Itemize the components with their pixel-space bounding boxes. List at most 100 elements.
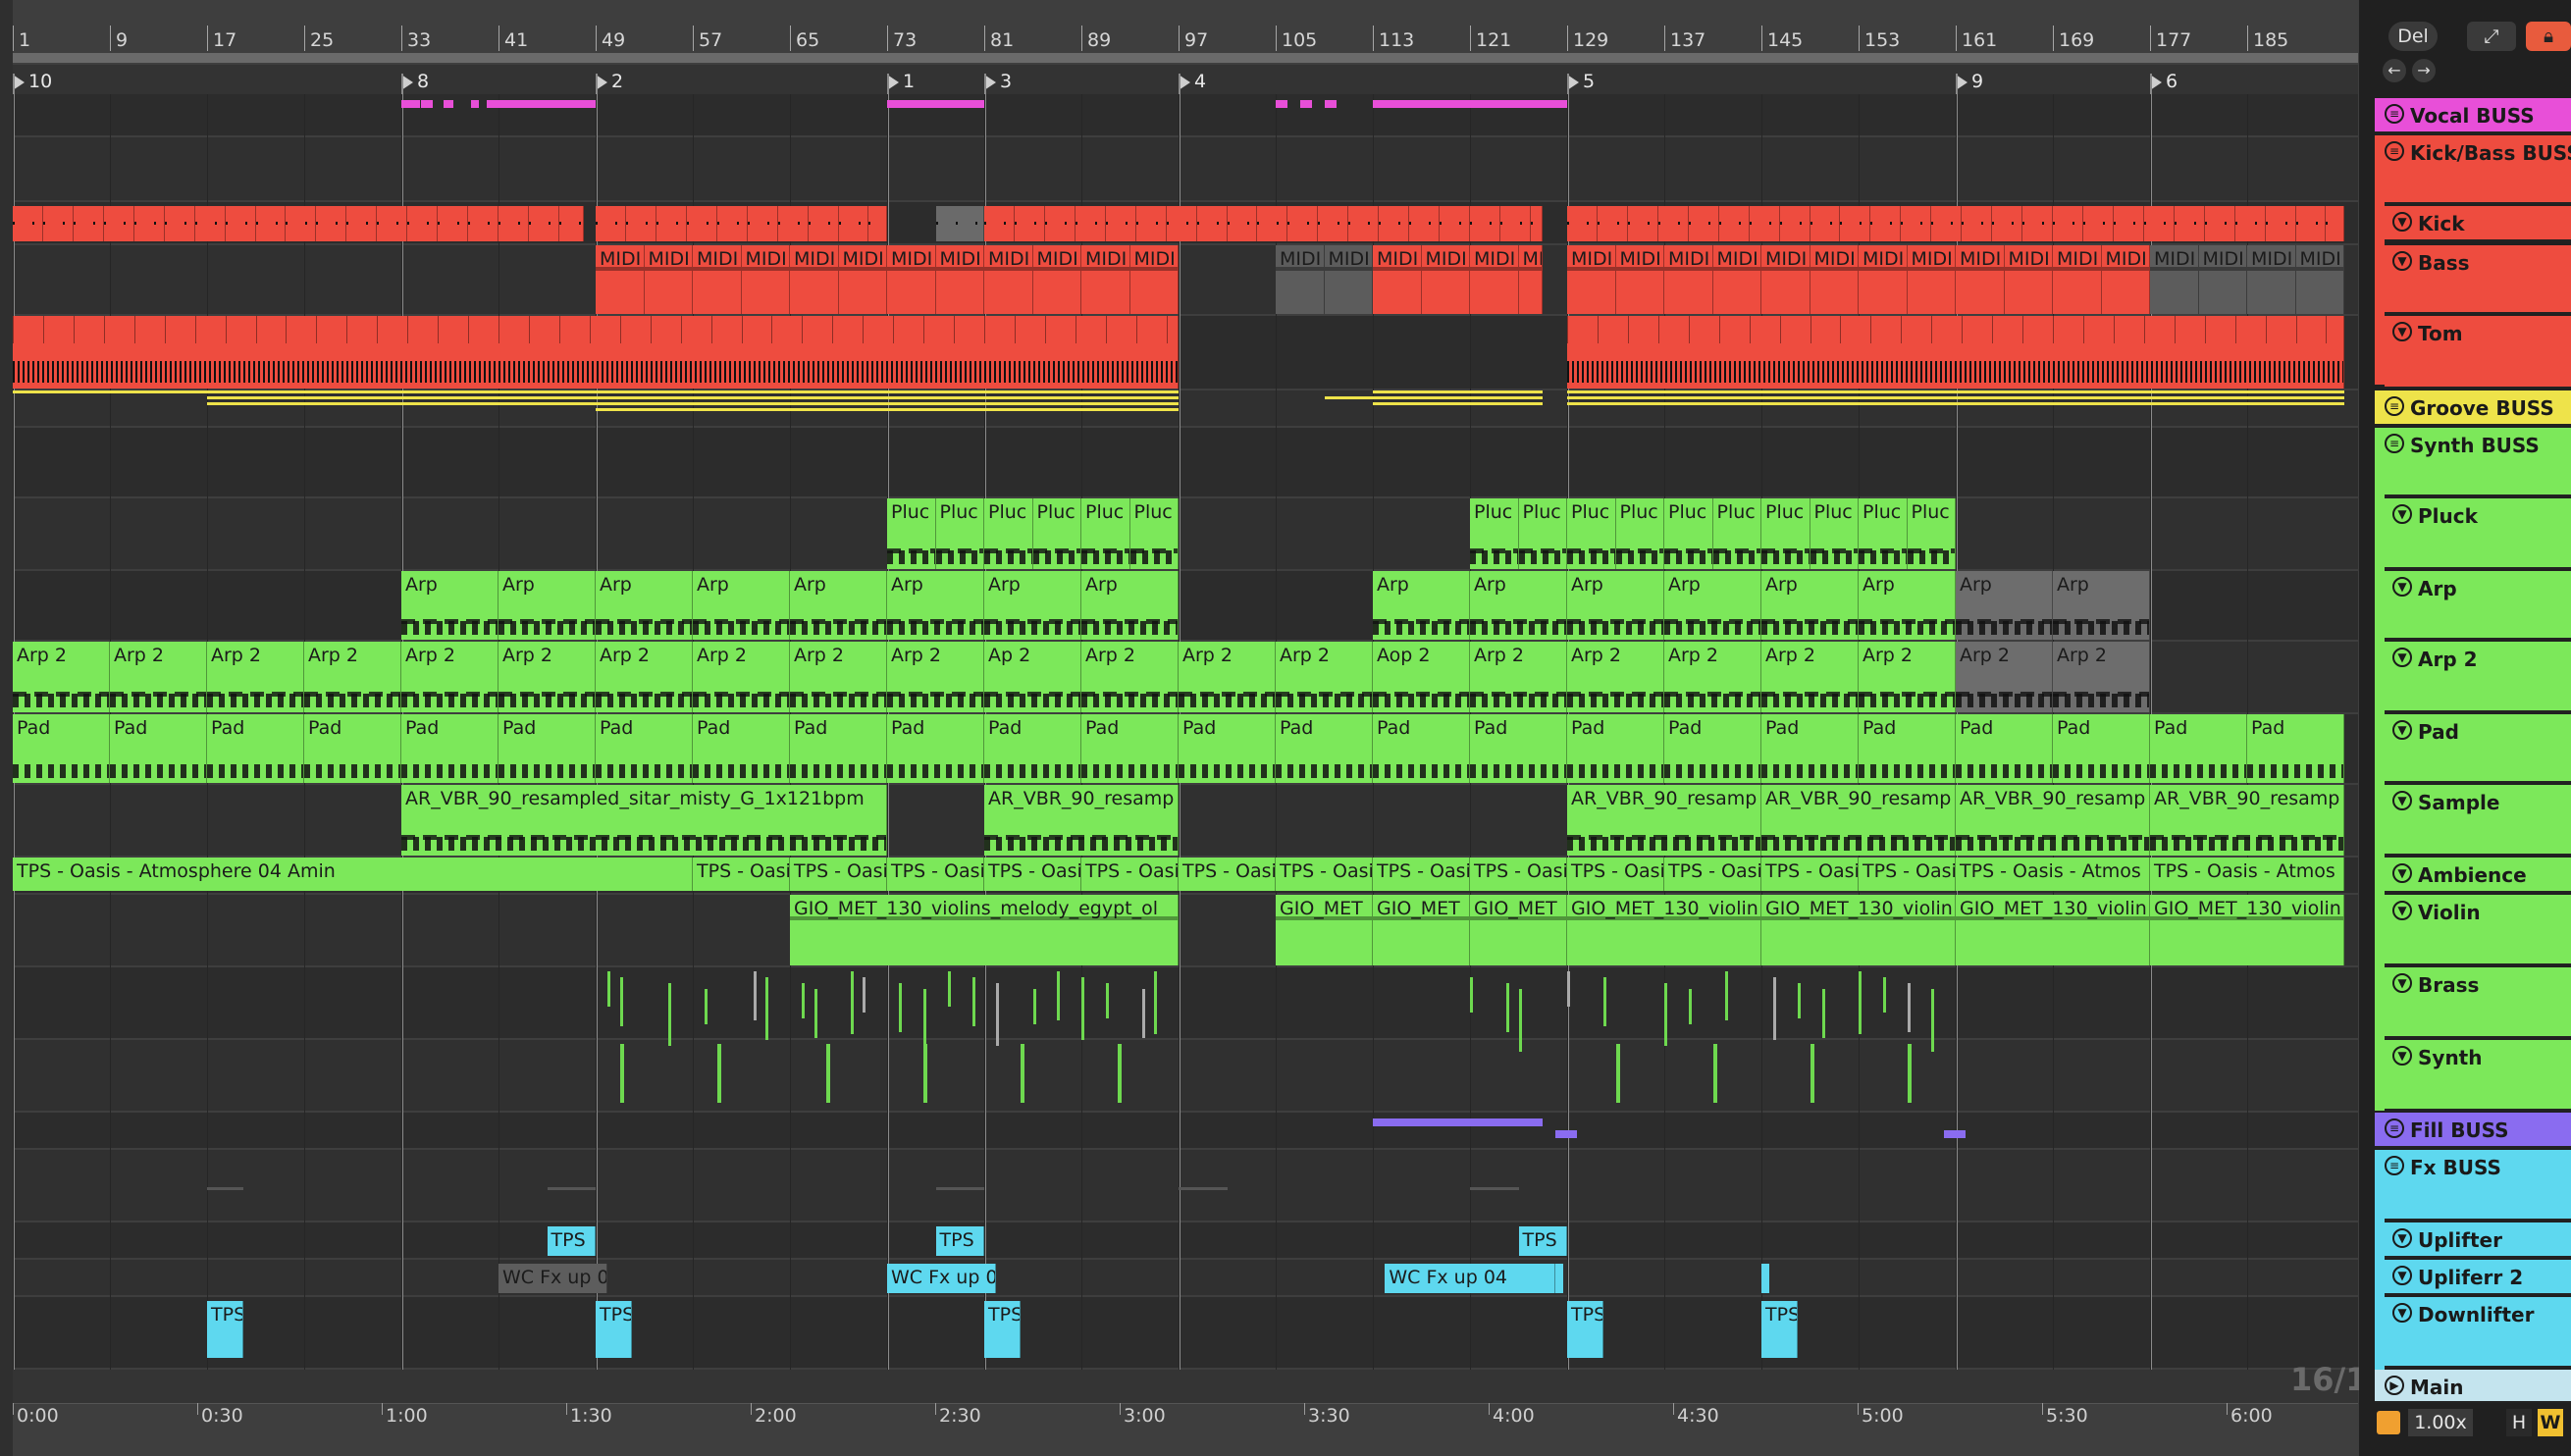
clip[interactable]: Pad [1373,714,1470,783]
clip[interactable]: MIDI [1761,245,1810,314]
vocal-clip[interactable] [1299,100,1313,108]
fold-icon[interactable]: ▼ [2392,504,2412,524]
track-lane[interactable] [13,1260,2358,1295]
clip[interactable] [1318,206,1349,241]
brass-note[interactable] [1664,983,1667,1046]
track-header-downlifter[interactable]: ▼ Downlifter [2385,1297,2571,1368]
track-header-groove-buss[interactable]: ≡ Groove BUSS [2375,390,2571,426]
clip[interactable]: MIDI [1956,245,2005,314]
clip[interactable] [1135,206,1167,241]
clip[interactable]: MIDI [1129,245,1179,314]
clip[interactable] [2204,206,2235,241]
clip[interactable]: MIDI [1810,245,1859,314]
locator-label[interactable]: 5 [1583,71,1595,92]
clip[interactable] [13,206,43,241]
brass-note[interactable] [1105,983,1109,1018]
locator-label[interactable]: 8 [417,71,429,92]
fold-icon[interactable]: ▼ [2392,1046,2412,1066]
clip[interactable]: MIDI [2295,245,2344,314]
clip[interactable]: Arp [984,571,1081,640]
group-icon[interactable]: ≡ [2385,434,2404,453]
clip[interactable] [1470,206,1500,241]
clip[interactable] [1962,206,1993,241]
clip[interactable]: GIO_MET [1373,895,1470,965]
brass-note[interactable] [971,977,975,1026]
clip[interactable]: MIDI [2150,245,2199,314]
clip[interactable] [1931,206,1963,241]
clip[interactable]: MIDI [1567,245,1616,314]
clip[interactable]: Pad [13,714,110,783]
track-header-sample[interactable]: ▼ Sample [2385,785,2571,856]
clip[interactable] [103,206,134,241]
clip[interactable]: Pluc [1810,498,1859,569]
clip[interactable]: Pluc [1664,498,1713,569]
clip[interactable]: Pluc [1081,498,1130,569]
clip[interactable]: AR_VBR_90_resamp [1761,785,1956,856]
clip[interactable] [596,206,626,241]
clip[interactable] [1379,206,1410,241]
fill-clip[interactable] [1554,1130,1577,1138]
clip[interactable]: TPS [1567,1301,1604,1358]
clip[interactable]: WC Fx up 0 [498,1264,608,1293]
clip[interactable]: Pluc [1470,498,1519,569]
brass-note[interactable] [1154,971,1158,1034]
clip[interactable]: Arp 2 [498,642,596,712]
clip[interactable]: MIDI [1373,245,1422,314]
clip[interactable] [1287,206,1319,241]
clip[interactable]: MIDI [1518,245,1544,314]
groove-clip[interactable] [207,390,1179,393]
groove-clip[interactable] [1373,396,1544,399]
clip[interactable]: Arp [1761,571,1859,640]
clip[interactable]: Arp 2 [1276,642,1373,712]
track-lane[interactable] [13,1297,2358,1368]
clip[interactable]: TPS - Oasi [1859,858,1956,891]
clip[interactable]: Pad [2150,714,2247,783]
clip[interactable] [838,206,869,241]
clip[interactable]: Pad [401,714,498,783]
clip[interactable]: TPS - Oasi [1276,858,1373,891]
arrow-right-icon[interactable]: → [2412,59,2436,82]
clip[interactable] [747,206,778,241]
clip[interactable]: Arp [2053,571,2150,640]
clip[interactable]: Pad [1567,714,1664,783]
clip[interactable]: TPS - Oasis - Atmos [2150,858,2344,891]
fold-icon[interactable]: ▼ [2392,791,2412,810]
clip[interactable]: Pad [1081,714,1179,783]
brass-note[interactable] [1470,977,1473,1013]
track-header-fill-buss[interactable]: ≡ Fill BUSS [2375,1113,2571,1148]
brass-note[interactable] [1603,977,1607,1026]
fold-icon[interactable]: ▼ [2392,1266,2412,1285]
clip[interactable] [2082,206,2114,241]
clip[interactable]: Pluc [1129,498,1179,569]
track-header-vocal-buss[interactable]: ≡ Vocal BUSS [2375,98,2571,133]
brass-note[interactable] [619,977,623,1026]
brass-note[interactable] [923,989,927,1052]
clip[interactable] [656,206,687,241]
brass-note[interactable] [1518,989,1522,1052]
groove-clip[interactable] [1567,396,2344,399]
clip[interactable] [1105,206,1136,241]
clip[interactable]: AR_VBR_90_resamp [2150,785,2344,856]
clip[interactable]: Arp 2 [1664,642,1761,712]
clip[interactable]: GIO_MET_130_violin [1567,895,1761,965]
clip[interactable]: Pad [1761,714,1859,783]
vocal-clip[interactable] [420,100,434,108]
groove-clip[interactable] [1324,396,1373,399]
clip[interactable] [2022,206,2053,241]
fill-clip[interactable] [1373,1118,1544,1126]
clip[interactable]: Pluc [1032,498,1081,569]
clip[interactable]: MIDI [1032,245,1081,314]
clip[interactable]: TPS - Oasi [1081,858,1179,891]
clip[interactable]: MIDI [596,245,645,314]
clip[interactable]: Pad [207,714,304,783]
synth-note[interactable] [1712,1044,1717,1103]
brass-note[interactable] [705,989,708,1024]
clip[interactable]: MIDI [1081,245,1130,314]
brass-note[interactable] [1882,977,1886,1013]
group-icon[interactable]: ≡ [2385,396,2404,416]
locator-label[interactable]: 3 [1000,71,1012,92]
brass-note[interactable] [1907,983,1911,1032]
track-header-bass[interactable]: ▼ Bass [2385,245,2571,314]
clip[interactable] [225,206,256,241]
clip[interactable] [808,206,839,241]
